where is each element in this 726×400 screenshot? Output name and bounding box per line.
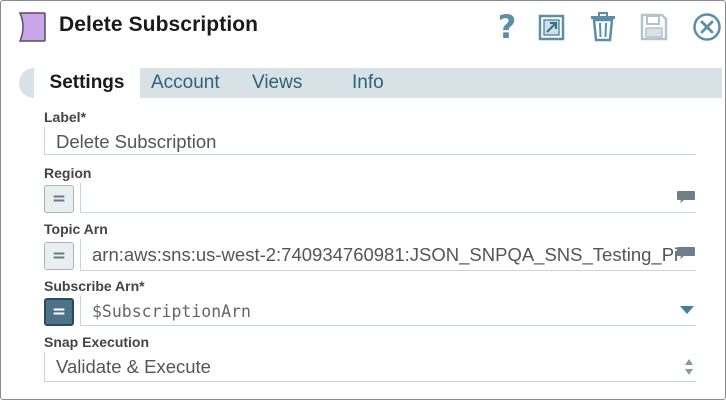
region-input[interactable] — [80, 183, 696, 213]
comment-icon[interactable] — [676, 190, 696, 204]
region-expression-toggle[interactable]: = — [44, 185, 74, 213]
snap-execution-select[interactable]: Validate & Execute — [44, 352, 696, 382]
select-arrows-icon — [685, 359, 693, 375]
topic-arn-input-value: arn:aws:sns:us-west-2:740934760981:JSON_… — [92, 244, 679, 265]
save-icon[interactable] — [638, 9, 670, 45]
topic-arn-input[interactable]: arn:aws:sns:us-west-2:740934760981:JSON_… — [80, 239, 696, 271]
comment-icon[interactable] — [676, 246, 696, 260]
snap-settings-dialog: Delete Subscription ? Settings Account V… — [0, 0, 726, 400]
subscribe-arn-field-label: Subscribe Arn* — [44, 278, 145, 294]
topic-arn-field-label: Topic Arn — [44, 221, 108, 237]
region-field-label: Region — [44, 165, 92, 181]
label-input-value: Delete Subscription — [56, 131, 217, 152]
topic-arn-expression-toggle[interactable]: = — [44, 242, 74, 270]
chevron-down-icon[interactable] — [680, 306, 694, 314]
snap-execution-field-label: Snap Execution — [44, 334, 150, 350]
dialog-title: Delete Subscription — [59, 13, 259, 36]
label-input[interactable]: Delete Subscription — [44, 127, 696, 155]
label-field-label: Label* — [44, 109, 87, 125]
subscribe-arn-input-value: $SubscriptionArn — [92, 302, 251, 321]
close-icon[interactable] — [691, 9, 723, 45]
tab-info[interactable]: Info — [352, 68, 384, 98]
snap-shape-icon — [18, 12, 46, 42]
tab-settings[interactable]: Settings — [34, 68, 140, 98]
help-icon[interactable]: ? — [494, 9, 520, 45]
snap-execution-value: Validate & Execute — [56, 356, 211, 377]
trash-icon[interactable] — [587, 9, 619, 45]
tab-views[interactable]: Views — [252, 68, 302, 98]
subscribe-arn-expression-toggle[interactable]: = — [44, 298, 74, 326]
subscribe-arn-input[interactable]: $SubscriptionArn — [80, 296, 696, 326]
export-icon[interactable] — [536, 9, 568, 45]
tab-account[interactable]: Account — [151, 68, 220, 98]
